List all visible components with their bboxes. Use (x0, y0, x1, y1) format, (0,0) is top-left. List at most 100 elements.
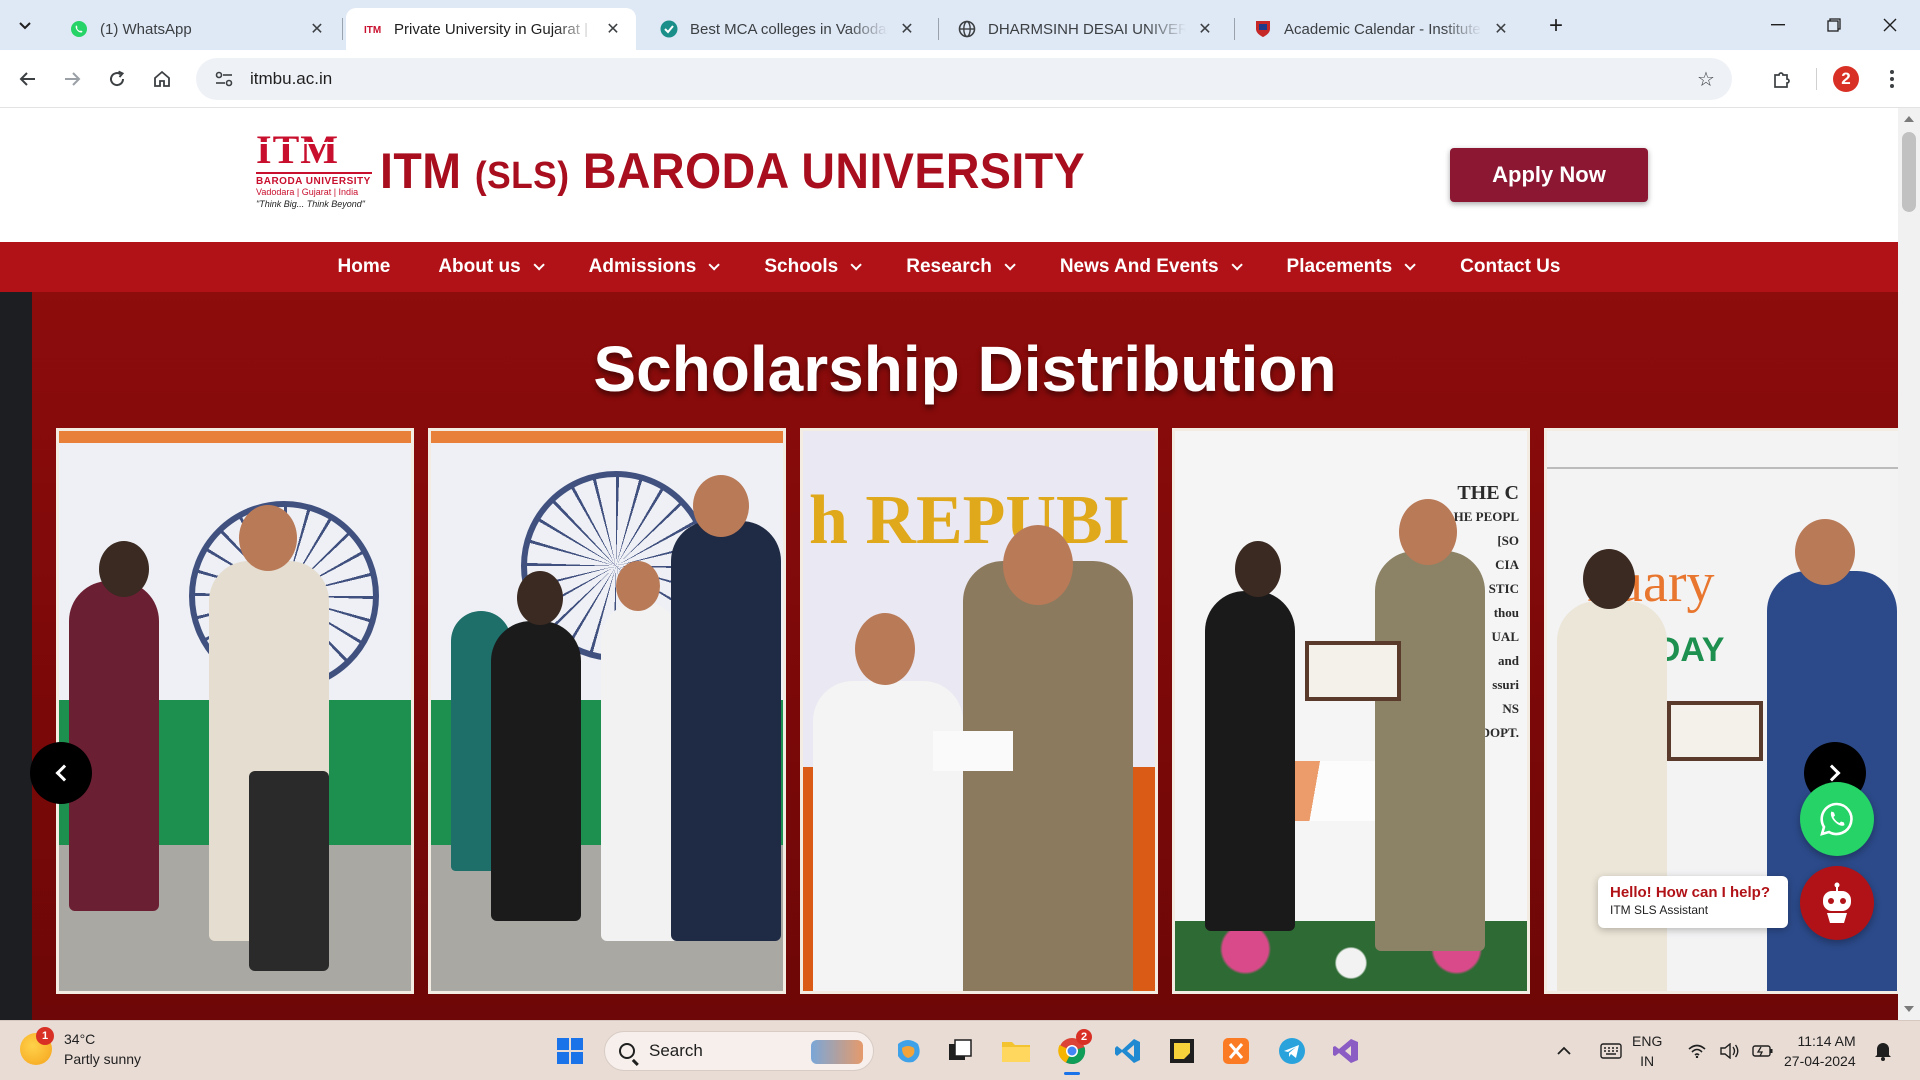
profile-button[interactable]: 2 (1830, 63, 1862, 95)
nav-item-about[interactable]: About us (438, 256, 545, 278)
forward-arrow-icon (65, 72, 81, 86)
scholarship-photo (56, 428, 414, 994)
bookmark-star-icon[interactable]: ☆ (1694, 67, 1718, 91)
nav-item-placements[interactable]: Placements (1286, 256, 1416, 278)
address-bar[interactable]: itmbu.ac.in ☆ (196, 58, 1732, 100)
wifi-icon (1688, 1044, 1706, 1058)
browser-tab[interactable]: Best MCA colleges in Vadodara ✕ (642, 8, 930, 50)
globe-icon (958, 20, 976, 38)
search-icon (619, 1043, 635, 1059)
taskbar-xampp[interactable] (1220, 1035, 1252, 1067)
back-button[interactable] (12, 63, 44, 95)
nav-item-home[interactable]: Home (338, 256, 391, 278)
taskbar-telegram[interactable] (1276, 1035, 1308, 1067)
nav-item-research[interactable]: Research (906, 256, 1016, 278)
touch-keyboard-button[interactable] (1594, 1043, 1628, 1059)
chatbot-button[interactable] (1800, 866, 1874, 940)
minimize-button[interactable] (1750, 0, 1806, 50)
close-icon (1883, 18, 1897, 32)
taskbar-search[interactable]: Search (604, 1031, 874, 1071)
forward-button[interactable] (56, 63, 88, 95)
nav-item-news-events[interactable]: News And Events (1060, 256, 1243, 278)
new-tab-button[interactable]: + (1542, 12, 1570, 40)
site-name[interactable]: ITM (SLS) BARODA UNIVERSITY (380, 142, 1085, 200)
restore-button[interactable] (1806, 0, 1862, 50)
whatsapp-chat-button[interactable] (1800, 782, 1874, 856)
toolbar-divider (1816, 68, 1817, 90)
tab-search-button[interactable] (10, 10, 40, 40)
input-language-indicator[interactable]: ENG IN (1632, 1031, 1662, 1071)
chevron-down-icon (850, 259, 863, 271)
taskbar-file-explorer[interactable] (1000, 1035, 1032, 1067)
minimize-icon (1771, 24, 1785, 26)
close-tab-icon[interactable]: ✕ (602, 18, 624, 40)
browser-menu-button[interactable] (1876, 63, 1908, 95)
browser-tab[interactable]: Academic Calendar - Institute of ✕ (1236, 8, 1524, 50)
tab-title: DHARMSINH DESAI UNIVERSITY (988, 20, 1186, 38)
browser-tab-active[interactable]: ITM Private University in Gujarat | ITM … (346, 8, 636, 50)
university-logo[interactable]: ITM BARODA UNIVERSITY Vadodara | Gujarat… (256, 130, 372, 222)
whatsapp-icon (70, 20, 88, 38)
taskbar-chrome[interactable]: 2 (1056, 1029, 1092, 1075)
nav-label: Research (906, 256, 992, 277)
puzzle-icon (1774, 72, 1790, 88)
chatbot-greeting: Hello! How can I help? (1610, 884, 1771, 901)
nav-item-contact[interactable]: Contact Us (1460, 256, 1560, 278)
scrollbar-thumb[interactable] (1902, 132, 1916, 212)
chatbot-greeting-bubble[interactable]: Hello! How can I help? ITM SLS Assistant (1598, 876, 1788, 928)
taskbar-task-view[interactable] (944, 1035, 976, 1067)
home-button[interactable] (146, 63, 178, 95)
visual-studio-icon (1333, 1039, 1358, 1063)
extensions-button[interactable] (1766, 63, 1798, 95)
close-window-button[interactable] (1862, 0, 1918, 50)
scroll-down-arrow-icon[interactable] (1904, 1006, 1914, 1012)
quick-settings[interactable] (1688, 1021, 1774, 1080)
page-scrollbar[interactable] (1898, 108, 1920, 1020)
nav-item-admissions[interactable]: Admissions (589, 256, 721, 278)
close-tab-icon[interactable]: ✕ (1490, 18, 1512, 40)
chevron-up-icon (1557, 1046, 1571, 1055)
taskbar-visual-studio[interactable] (1330, 1035, 1362, 1067)
site-name-part: BARODA UNIVERSITY (582, 143, 1086, 199)
taskbar-search-label: Search (649, 1041, 703, 1060)
weather-widget[interactable]: 1 34°C Partly sunny (20, 1027, 141, 1069)
taskbar-vscode[interactable] (1112, 1035, 1144, 1067)
scroll-up-arrow-icon[interactable] (1904, 116, 1914, 122)
reload-button[interactable] (101, 63, 133, 95)
nav-label: Schools (764, 256, 839, 277)
logo-name: BARODA UNIVERSITY (256, 172, 372, 187)
site-info-icon[interactable] (212, 67, 236, 91)
keyboard-icon (1600, 1043, 1622, 1059)
browser-tab-strip: (1) WhatsApp ✕ ITM Private University in… (0, 0, 1920, 50)
notifications-button[interactable] (1874, 1021, 1892, 1080)
close-tab-icon[interactable]: ✕ (896, 18, 918, 40)
chevron-down-icon (1404, 259, 1416, 271)
tab-title: Academic Calendar - Institute of (1284, 20, 1482, 38)
start-button[interactable] (554, 1035, 586, 1067)
carousel-prev-button[interactable] (30, 742, 92, 804)
browser-tab[interactable]: DHARMSINH DESAI UNIVERSITY ✕ (940, 8, 1228, 50)
browser-tab[interactable]: (1) WhatsApp ✕ (52, 8, 340, 50)
nav-label: Placements (1286, 256, 1393, 277)
taskbar-copilot[interactable] (892, 1035, 924, 1067)
show-hidden-icons-button[interactable] (1552, 1046, 1576, 1056)
taskbar-clock[interactable]: 11:14 AM 27-04-2024 (1784, 1031, 1856, 1071)
language-region: IN (1640, 1053, 1655, 1069)
nav-item-schools[interactable]: Schools (764, 256, 863, 278)
tab-divider (1234, 18, 1235, 40)
apply-now-button[interactable]: Apply Now (1450, 148, 1648, 202)
close-tab-icon[interactable]: ✕ (1194, 18, 1216, 40)
windows-taskbar: 1 34°C Partly sunny Search 2 ENG IN 11:1… (0, 1020, 1920, 1080)
taskbar-sticky-notes[interactable] (1166, 1035, 1198, 1067)
scholarship-photo: h REPUBI (800, 428, 1158, 994)
search-highlight-icon (811, 1040, 863, 1064)
vscode-icon (1115, 1039, 1140, 1063)
tab-divider (342, 18, 343, 40)
tab-title: Private University in Gujarat | ITM SLS … (394, 20, 594, 38)
system-tray (1552, 1021, 1628, 1080)
close-tab-icon[interactable]: ✕ (306, 18, 328, 40)
crest-icon (1254, 20, 1272, 38)
telegram-icon (1279, 1038, 1305, 1064)
robot-icon (1823, 882, 1851, 923)
chevron-down-icon (1231, 259, 1243, 271)
